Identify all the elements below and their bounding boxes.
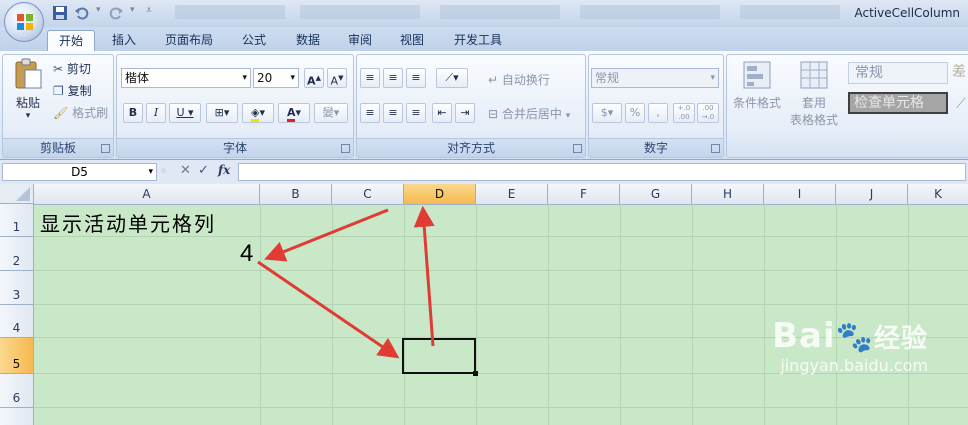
arrow-to-column-d [413, 205, 435, 347]
office-logo-icon [17, 14, 33, 30]
baidu-watermark: Bai🐾经验 jingyan.baidu.com [772, 316, 928, 375]
watermark-brand2: 经验 [873, 324, 928, 354]
office-button[interactable] [4, 2, 44, 42]
watermark-url: jingyan.baidu.com [780, 356, 928, 375]
arrow-to-active-cell [257, 260, 400, 359]
arrow-to-result [264, 208, 389, 262]
watermark-brand: Bai [772, 316, 836, 356]
paw-icon: 🐾 [835, 320, 874, 355]
